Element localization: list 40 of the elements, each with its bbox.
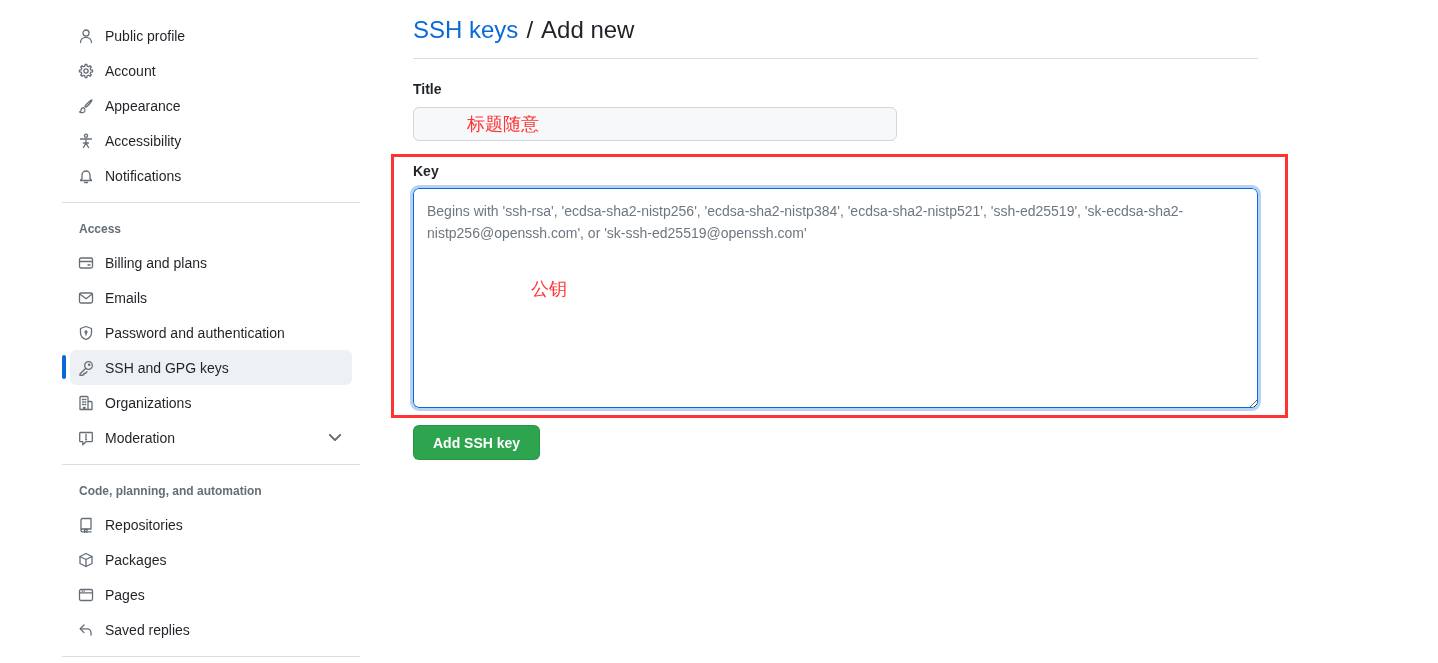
sidebar-item[interactable]: Notifications	[70, 158, 352, 193]
envelope-icon	[78, 289, 94, 306]
sidebar-item[interactable]: Packages	[70, 542, 352, 577]
credit-card-icon	[78, 254, 94, 271]
cube-icon	[78, 551, 94, 568]
book-icon	[78, 516, 94, 533]
sidebar-item[interactable]: Repositories	[70, 507, 352, 542]
sidebar-item[interactable]: Pages	[70, 577, 352, 612]
section-heading: Code, planning, and automation	[79, 483, 262, 499]
page-title: Add new	[541, 15, 635, 45]
section-heading: Access	[79, 221, 122, 237]
paintbrush-icon	[78, 97, 94, 114]
sidebar-item[interactable]: Appearance	[70, 88, 352, 123]
person-icon	[78, 27, 94, 44]
browser-window-icon	[78, 586, 94, 603]
sidebar-item[interactable]: Saved replies	[70, 612, 352, 647]
annotation-text: 公钥	[531, 278, 567, 301]
shield-icon	[78, 324, 94, 341]
bell-icon	[78, 167, 94, 184]
sidebar-item[interactable]: Emails	[70, 280, 352, 315]
field-label: Title	[413, 80, 442, 99]
accessibility-figure-icon	[78, 132, 94, 149]
sidebar-item[interactable]: Public profile	[70, 18, 352, 53]
gear-icon	[78, 62, 94, 79]
key-icon	[78, 359, 94, 376]
annotation-text: 标题随意	[467, 113, 539, 136]
sidebar-item[interactable]: Accessibility	[70, 123, 352, 158]
chevron-down-icon[interactable]	[329, 434, 341, 441]
sidebar-item[interactable]: Organizations	[70, 385, 352, 420]
building-icon	[78, 394, 94, 411]
title-field[interactable]	[413, 107, 897, 141]
sidebar-item[interactable]: SSH and GPG keys	[70, 350, 352, 385]
speech-bubble-alert-icon	[78, 429, 94, 446]
sidebar-item[interactable]: Password and authentication	[70, 315, 352, 350]
sidebar-item[interactable]: Billing and plans	[70, 245, 352, 280]
breadcrumb-separator: /	[526, 15, 534, 45]
breadcrumb-link[interactable]: SSH keys	[413, 12, 519, 48]
sidebar-item[interactable]: Account	[70, 53, 352, 88]
field-label: Key	[413, 162, 439, 181]
sidebar-item[interactable]: Moderation	[70, 420, 352, 455]
